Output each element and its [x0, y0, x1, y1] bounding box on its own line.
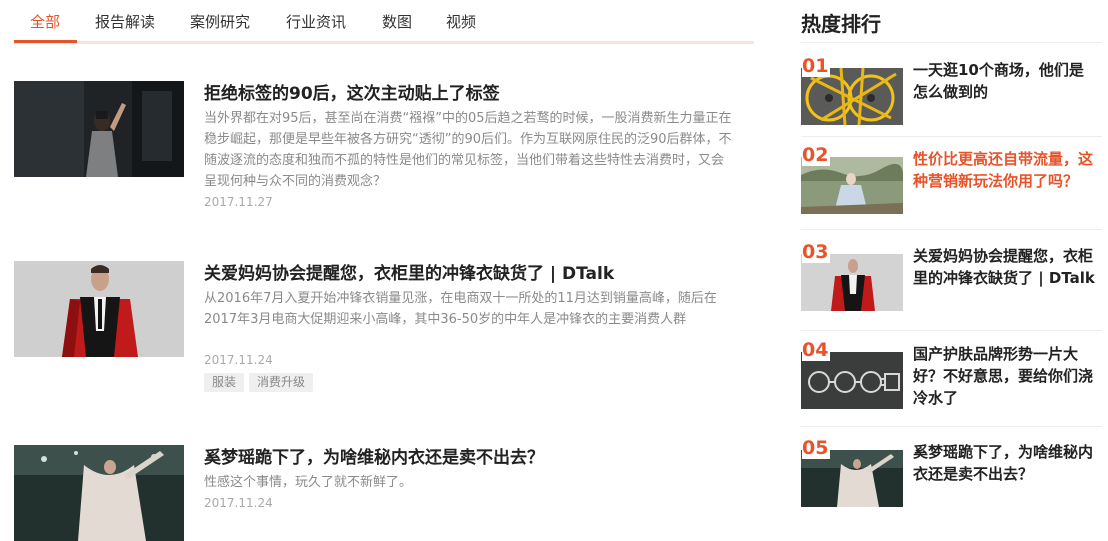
article-thumbnail[interactable]	[14, 81, 184, 177]
divider	[801, 42, 1102, 43]
article-item: 关爱妈妈协会提醒您，衣柜里的冲锋衣缺货了 | DTalk 从2016年7月入夏开…	[14, 261, 754, 393]
rank-item[interactable]: 04 国产护肤品牌形势一片大好？不好意思，要给你们浇冷水了	[801, 339, 1102, 427]
rank-number: 05	[802, 437, 831, 459]
rank-title[interactable]: 奚梦瑶跪下了，为啥维秘内衣还是卖不出去？	[913, 441, 1095, 485]
rank-item[interactable]: 05 奚梦瑶跪下了，为啥维秘内衣还是卖不出去？	[801, 437, 1102, 520]
tab-case-study[interactable]: 案例研究	[190, 12, 250, 32]
rank-title[interactable]: 关爱妈妈协会提醒您，衣柜里的冲锋衣缺货了 | DTalk	[913, 245, 1095, 289]
tab-infographics[interactable]: 数图	[382, 12, 412, 32]
active-tab-indicator	[14, 40, 77, 43]
tab-video[interactable]: 视频	[446, 12, 476, 32]
rank-number: 03	[802, 241, 831, 263]
divider	[801, 136, 1102, 137]
article-title[interactable]: 拒绝标签的90后，这次主动贴上了标签	[204, 81, 500, 107]
article-title[interactable]: 关爱妈妈协会提醒您，衣柜里的冲锋衣缺货了 | DTalk	[204, 261, 614, 287]
tab-all[interactable]: 全部	[30, 12, 60, 32]
article-date: 2017.11.24	[204, 353, 273, 367]
category-tabs: 全部 报告解读 案例研究 行业资讯 数图 视频	[14, 0, 754, 44]
article-item: 拒绝标签的90后，这次主动贴上了标签 当外界都在对95后，甚至尚在消费“襁褓”中…	[14, 81, 754, 211]
rank-item[interactable]: 02 性价比更高还自带流量，这种营销新玩法你用了吗？	[801, 144, 1102, 230]
article-title[interactable]: 奚梦瑶跪下了，为啥维秘内衣还是卖不出去？	[204, 445, 544, 471]
article-thumbnail[interactable]	[14, 445, 184, 541]
divider	[801, 426, 1102, 427]
divider	[801, 330, 1102, 331]
rank-item[interactable]: 01 一天逛10个商场，他们是怎么做到的	[801, 55, 1102, 138]
article-date: 2017.11.24	[204, 496, 273, 510]
article-date: 2017.11.27	[204, 195, 273, 209]
tag-clothing[interactable]: 服装	[204, 373, 245, 392]
rank-number: 02	[802, 144, 831, 166]
rank-number: 01	[802, 55, 831, 77]
rank-title[interactable]: 国产护肤品牌形势一片大好？不好意思，要给你们浇冷水了	[913, 343, 1095, 409]
rank-title[interactable]: 性价比更高还自带流量，这种营销新玩法你用了吗？	[913, 148, 1095, 192]
article-summary: 当外界都在对95后，甚至尚在消费“襁褓”中的05后趋之若鹜的时候，一股消费新生力…	[204, 111, 732, 189]
article-item: 奚梦瑶跪下了，为啥维秘内衣还是卖不出去？ 性感这个事情，玩久了就不新鲜了。 20…	[14, 445, 754, 541]
article-thumbnail[interactable]	[14, 261, 184, 357]
divider	[801, 229, 1102, 230]
article-summary: 从2016年7月入夏开始冲锋衣销量见涨，在电商双十一所处的11月达到销量高峰，随…	[204, 291, 717, 327]
rank-item[interactable]: 03 关爱妈妈协会提醒您，衣柜里的冲锋衣缺货了 | DTalk	[801, 241, 1102, 331]
hot-ranking-title: 热度排行	[801, 12, 881, 36]
tab-report-analysis[interactable]: 报告解读	[95, 12, 155, 32]
rank-number: 04	[802, 339, 831, 361]
rank-title[interactable]: 一天逛10个商场，他们是怎么做到的	[913, 59, 1095, 103]
tab-industry-news[interactable]: 行业资讯	[286, 12, 346, 32]
tag-consumption-upgrade[interactable]: 消费升级	[249, 373, 314, 392]
article-tags: 服装 消费升级	[204, 373, 314, 392]
article-summary: 性感这个事情，玩久了就不新鲜了。	[204, 475, 413, 490]
